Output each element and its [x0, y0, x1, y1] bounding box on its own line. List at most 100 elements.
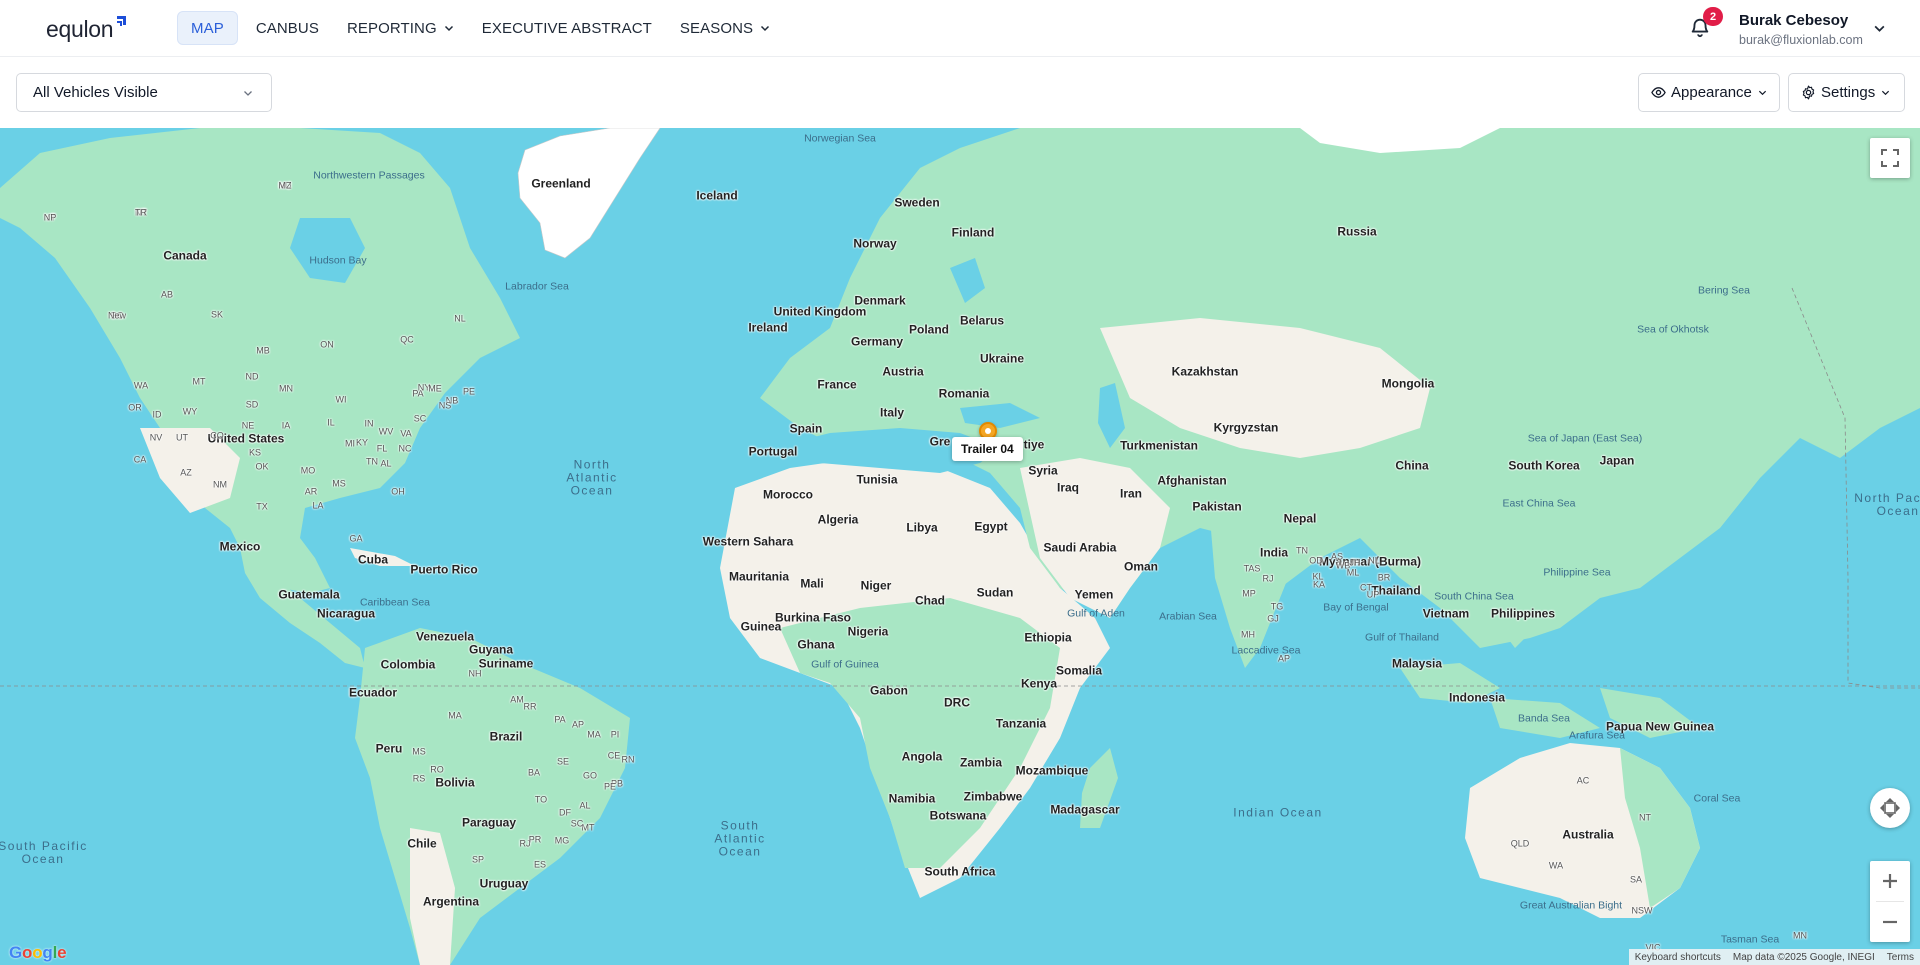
vehicle-marker-tooltip[interactable]: Trailer 04 — [952, 437, 1023, 461]
country-label: Brazil — [489, 729, 523, 744]
zoom-control — [1870, 861, 1910, 942]
pan-arrows-icon — [1880, 798, 1900, 818]
chevron-down-icon[interactable] — [1873, 22, 1886, 35]
region-label: GA — [349, 533, 363, 544]
country-label: Niger — [860, 578, 892, 593]
world-map[interactable]: Greenland Iceland Canada United States Mexic… — [0, 128, 1920, 965]
region-label: RR — [523, 701, 537, 712]
country-label: Syria — [1028, 463, 1058, 478]
app-logo[interactable]: equlon — [46, 14, 127, 42]
fullscreen-button[interactable] — [1870, 138, 1910, 178]
fullscreen-icon — [1881, 149, 1899, 167]
country-label: Malaysia — [1391, 656, 1443, 671]
sea-label: Sea of Japan (East Sea) — [1527, 432, 1643, 445]
sea-label: Banda Sea — [1518, 712, 1570, 725]
sea-label: Bay of Bengal — [1323, 601, 1389, 614]
region-label: MI — [345, 438, 355, 449]
country-label: Peru — [375, 741, 403, 756]
sea-label: Norwegian Sea — [804, 132, 876, 145]
logo-arrow-icon — [114, 16, 127, 28]
region-label: QLD — [1510, 838, 1530, 849]
region-label: GJ — [1267, 613, 1279, 624]
region-label: IN — [364, 418, 374, 429]
region-label: NH — [468, 668, 482, 679]
region-label: AC — [1576, 775, 1590, 786]
region-label: ME — [428, 383, 442, 394]
nav-canbus[interactable]: CANBUS — [240, 11, 332, 45]
region-label: CA — [133, 454, 147, 465]
appearance-label: Appearance — [1671, 84, 1752, 101]
region-label: MT — [192, 376, 206, 387]
map-base-layer — [0, 128, 1920, 965]
settings-button[interactable]: Settings — [1788, 73, 1905, 112]
country-label: Finland — [951, 225, 995, 240]
region-label: UT — [176, 432, 188, 443]
nav-map[interactable]: MAP — [177, 11, 238, 45]
google-logo[interactable]: Google — [9, 943, 67, 963]
country-label: United Kingdom — [773, 304, 867, 319]
sea-label: Great Australian Bight — [1519, 899, 1623, 912]
country-label: Iran — [1119, 486, 1143, 501]
country-label: Iraq — [1056, 480, 1080, 495]
region-label: RN — [621, 754, 635, 765]
map-toolbar: All Vehicles Visible Appearance Settings — [0, 57, 1920, 128]
country-label: Greenland — [531, 176, 591, 191]
zoom-in-button[interactable] — [1870, 861, 1910, 901]
country-label: Mali — [800, 576, 824, 591]
region-label: DF — [559, 807, 571, 818]
region-label: RJ — [1262, 573, 1274, 584]
country-label: Australia — [1562, 827, 1614, 842]
ocean-label: South Pacific Ocean — [0, 839, 88, 866]
region-label: MS — [332, 478, 346, 489]
nav-seasons[interactable]: SEASONS — [667, 11, 783, 45]
terms-link[interactable]: Terms — [1881, 952, 1920, 963]
zoom-out-button[interactable] — [1870, 902, 1910, 942]
country-label: China — [1395, 458, 1429, 473]
country-label: Tunisia — [856, 472, 898, 487]
chevron-down-icon — [761, 25, 770, 32]
keyboard-shortcuts-link[interactable]: Keyboard shortcuts — [1629, 952, 1727, 963]
appearance-button[interactable]: Appearance — [1638, 73, 1780, 112]
region-label: MN — [1793, 930, 1807, 941]
sea-label: Arabian Sea — [1159, 610, 1217, 623]
country-label: Spain — [789, 421, 823, 436]
region-label: ON — [320, 339, 334, 350]
region-label: MA — [587, 729, 601, 740]
country-label: Norway — [853, 236, 897, 251]
region-label: GO — [582, 770, 598, 781]
nav-reporting-label: REPORTING — [346, 19, 437, 37]
logo-text: equlon — [46, 16, 114, 42]
region-label: ES — [533, 859, 547, 870]
country-label: Guyana — [468, 642, 514, 657]
country-label: Turkmenistan — [1120, 438, 1198, 453]
map-pan-control[interactable] — [1870, 788, 1910, 828]
nav-executive-abstract-label: EXECUTIVE ABSTRACT — [481, 19, 652, 37]
chevron-down-icon — [444, 25, 453, 32]
settings-label: Settings — [1821, 84, 1876, 101]
region-label: NE — [241, 420, 255, 431]
user-menu[interactable]: Burak Cebesoy burak@fluxionlab.com — [1739, 12, 1863, 48]
country-label: Romania — [938, 386, 990, 401]
nav-executive-abstract[interactable]: EXECUTIVE ABSTRACT — [469, 11, 665, 45]
region-label: QC — [400, 334, 414, 345]
country-label: Belarus — [959, 313, 1005, 328]
region-label: BR — [1377, 572, 1391, 583]
region-label: SP — [471, 854, 485, 865]
region-label: ND — [245, 371, 259, 382]
nav-reporting[interactable]: REPORTING — [334, 11, 467, 45]
country-label: Gre — [929, 434, 951, 449]
country-label: Libya — [906, 520, 938, 535]
sea-label: Bering Sea — [1698, 284, 1750, 297]
country-label: Botswana — [929, 808, 987, 823]
region-label: MP — [1242, 588, 1256, 599]
region-label: CE — [607, 750, 621, 761]
country-label: Chad — [915, 593, 945, 608]
region-label: AP — [1277, 653, 1291, 664]
vehicle-visibility-select[interactable]: All Vehicles Visible — [16, 73, 272, 112]
region-label: MG — [554, 835, 570, 846]
region-label: TG — [1270, 601, 1284, 612]
nav-map-label: MAP — [191, 19, 224, 37]
ocean-label: Indian Ocean — [1233, 805, 1323, 820]
region-label: AR — [304, 486, 318, 497]
region-label: PR — [528, 834, 542, 845]
